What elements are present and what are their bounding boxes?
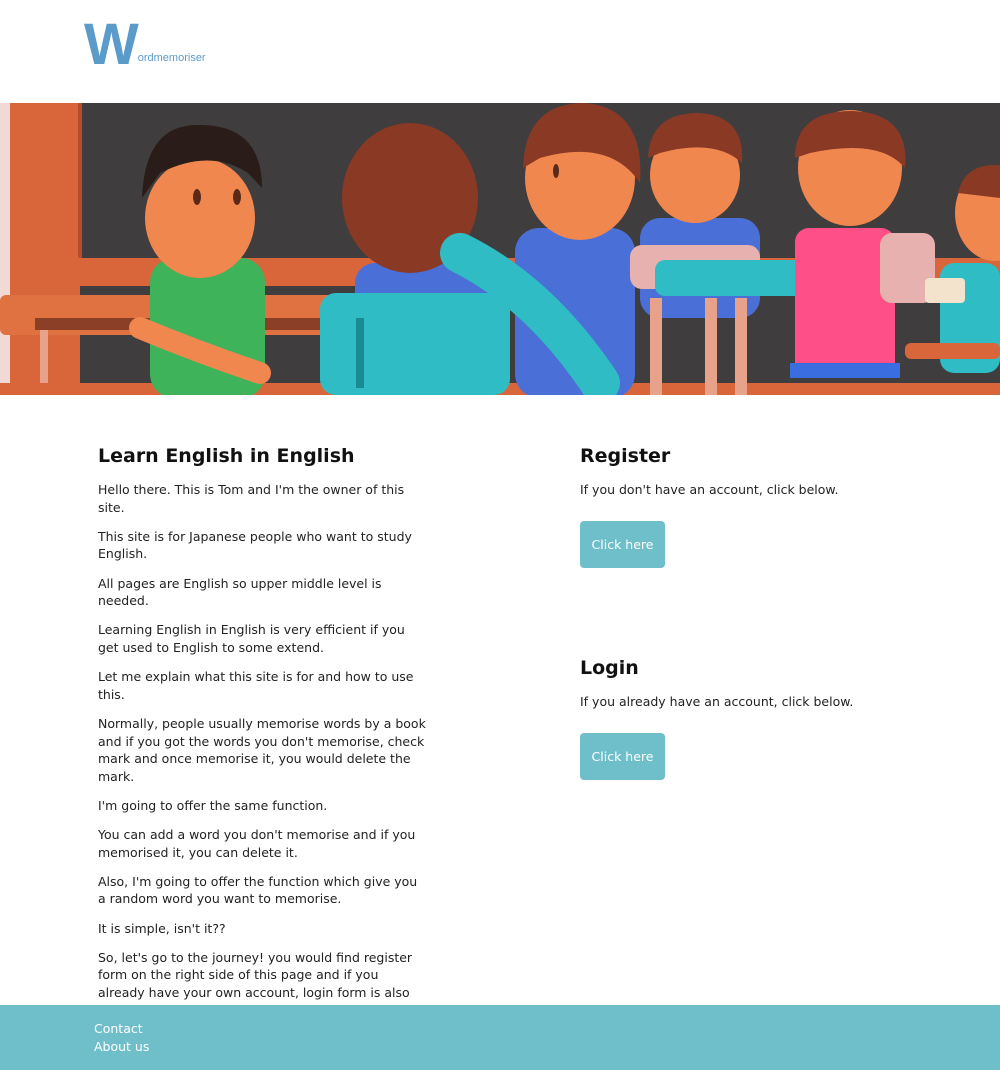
intro-paragraph: Learning English in English is very effi… xyxy=(98,622,405,655)
intro-paragraph: I'm going to offer the same function. xyxy=(98,797,328,813)
intro-paragraph: Let me explain what this site is for and… xyxy=(98,669,414,702)
site-footer: Contact About us xyxy=(0,1005,1000,1070)
intro-paragraph: Hello there. This is Tom and I'm the own… xyxy=(98,482,405,515)
intro-paragraph: You can add a word you don't memorise an… xyxy=(98,827,416,860)
register-section: Register If you don't have an account, c… xyxy=(580,444,910,499)
intro-paragraph: Normally, people usually memorise words … xyxy=(98,715,426,784)
intro-paragraph: It is simple, isn't it?? xyxy=(98,920,226,936)
register-button[interactable]: Click here xyxy=(580,521,665,568)
footer-link-contact[interactable]: Contact xyxy=(94,1020,149,1038)
logo-initial: W xyxy=(84,12,139,77)
intro-paragraph: All pages are English so upper middle le… xyxy=(98,575,382,609)
footer-link-about-us[interactable]: About us xyxy=(94,1038,149,1056)
login-section: Login If you already have an account, cl… xyxy=(580,656,910,711)
hero-banner xyxy=(0,103,1000,395)
intro-paragraph: This site is for Japanese people who wan… xyxy=(98,528,412,562)
logo-text: ordmemoriser xyxy=(137,52,206,64)
register-heading: Register xyxy=(580,445,671,467)
login-button[interactable]: Click here xyxy=(580,733,665,780)
login-text: If you already have an account, click be… xyxy=(580,694,854,709)
intro-section: Learn English in English Hello there. Th… xyxy=(98,444,428,1031)
register-text: If you don't have an account, click belo… xyxy=(580,482,839,497)
footer-links: Contact About us xyxy=(94,1020,149,1055)
site-header: W ordmemoriser xyxy=(0,0,1000,103)
intro-paragraph: Also, I'm going to offer the function wh… xyxy=(98,873,418,907)
classroom-illustration-icon xyxy=(0,103,1000,395)
login-heading: Login xyxy=(580,657,639,679)
site-logo[interactable]: W ordmemoriser xyxy=(84,12,206,77)
intro-heading: Learn English in English xyxy=(98,445,355,467)
